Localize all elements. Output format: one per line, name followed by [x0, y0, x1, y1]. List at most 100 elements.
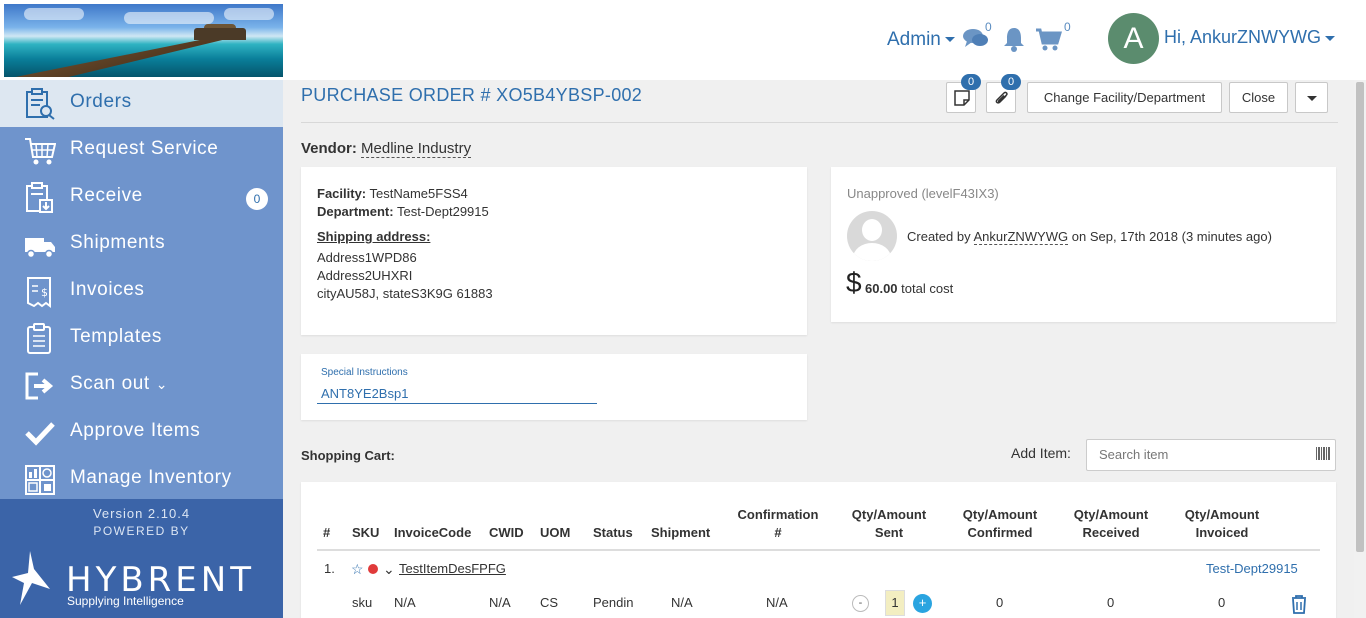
department-line: Department: Test-Dept29915 [317, 204, 489, 219]
row-shipment: N/A [671, 595, 693, 610]
sidebar-item-scan-out[interactable]: Scan out ⌄ [0, 362, 283, 409]
sidebar-item-approve-items[interactable]: Approve Items [0, 409, 283, 456]
sidebar-item-shipments[interactable]: Shipments [0, 221, 283, 268]
sidebar-item-label: Shipments [70, 232, 166, 253]
user-avatar[interactable]: A [1108, 13, 1159, 64]
sidebar-item-receive[interactable]: Receive [0, 174, 283, 221]
caret-down-icon [944, 37, 955, 43]
svg-text:$: $ [41, 286, 48, 299]
chevron-down-icon[interactable]: ⌄ [383, 561, 395, 578]
add-item-label: Add Item: [1011, 445, 1071, 461]
col-header-sku: SKU [352, 525, 380, 540]
checkmark-icon [25, 422, 55, 446]
creator-avatar [847, 211, 897, 261]
sidebar-item-label: Invoices [70, 279, 145, 300]
receive-count-badge: 0 [246, 188, 268, 210]
sidebar-item-templates[interactable]: Templates [0, 315, 283, 362]
sidebar-item-label: Scan out ⌄ [70, 373, 169, 394]
row-qty-invoiced: 0 [1218, 595, 1226, 610]
vendor-label: Vendor: [301, 140, 357, 157]
status-dot-icon [368, 564, 378, 574]
col-header-qty-invoiced: Qty/Amount Invoiced [1184, 507, 1260, 540]
sidebar-item-label: Templates [70, 326, 162, 347]
col-header-qty-sent: Qty/Amount Sent [851, 507, 927, 540]
special-instructions-input[interactable] [317, 383, 597, 404]
item-name-link[interactable]: TestItemDesFPFG [399, 561, 506, 576]
shipping-address-label: Shipping address: [317, 229, 431, 244]
row-confirmation: N/A [766, 595, 788, 610]
page-scrollbar[interactable] [1354, 80, 1366, 618]
user-greeting: Hi, AnkurZNWYWG [1164, 27, 1322, 47]
col-header-confirmation: Confirmation # [737, 507, 819, 540]
invoice-icon: $ [27, 277, 51, 308]
close-button[interactable]: Close [1229, 82, 1288, 113]
admin-label: Admin [887, 29, 941, 50]
user-menu[interactable]: Hi, AnkurZNWYWG [1164, 27, 1336, 48]
clipboard-icon [27, 323, 51, 354]
sidebar-item-label: Orders [70, 91, 132, 112]
sidebar-item-label: Approve Items [70, 420, 201, 441]
page-title: PURCHASE ORDER # XO5B4YBSP-002 [301, 85, 643, 105]
sidebar-item-label: Receive [70, 185, 143, 206]
scan-out-icon [25, 372, 54, 400]
orders-icon [26, 88, 55, 120]
row-status: Pendin [593, 595, 634, 610]
notes-button[interactable]: 0 [946, 74, 981, 113]
paperclip-icon [995, 91, 1008, 104]
total-cost-value: 60.00 [865, 281, 898, 296]
col-header-invoicecode: InvoiceCode [394, 525, 472, 540]
cart-icon[interactable] [1034, 25, 1062, 53]
col-header-qty-confirmed: Qty/Amount Confirmed [962, 507, 1038, 540]
facility-value: TestName5FSS4 [369, 186, 468, 201]
sidebar-item-label: Request Service [70, 138, 219, 159]
note-icon [954, 90, 970, 106]
qty-sent-input[interactable]: 1 [885, 590, 905, 616]
search-item-input[interactable] [1099, 447, 1299, 462]
vendor-line: Vendor: Medline Industry [301, 140, 472, 158]
bell-icon[interactable] [1000, 25, 1028, 53]
address-city-line: cityAU58J, stateS3K9G 61883 [317, 286, 493, 301]
item-search-box [1086, 439, 1336, 471]
sidebar-item-manage-inventory[interactable]: Manage Inventory [0, 456, 283, 503]
row-number: 1. [324, 561, 335, 576]
more-actions-button[interactable] [1295, 82, 1328, 113]
request-service-icon [25, 138, 56, 165]
brand-tagline: Supplying Intelligence [67, 594, 184, 608]
approval-status: Unapproved (levelF43IX3) [847, 186, 999, 201]
special-instructions-label: Special Instructions [321, 367, 408, 378]
qty-decrease-button[interactable]: - [852, 595, 869, 612]
created-by-line: Created by AnkurZNWYWG on Sep, 17th 2018… [907, 229, 1272, 245]
sidebar-item-invoices[interactable]: $ Invoices [0, 268, 283, 315]
attachments-button[interactable]: 0 [986, 74, 1021, 113]
address-line-1: Address1WPD86 [317, 250, 417, 265]
powered-by-text: POWERED BY [93, 524, 190, 538]
top-header: Admin 0 0 A Hi, AnkurZNWYWG [0, 0, 1366, 80]
vendor-link[interactable]: Medline Industry [361, 140, 472, 158]
version-text: Version 2.10.4 [92, 506, 191, 521]
row-sku: sku [352, 595, 373, 610]
creator-link[interactable]: AnkurZNWYWG [973, 229, 1069, 245]
truck-icon [25, 238, 55, 259]
col-header-status: Status [593, 525, 633, 540]
messages-count: 0 [985, 20, 992, 34]
sidebar-item-request-service[interactable]: Request Service [0, 127, 283, 174]
barcode-icon[interactable] [1316, 447, 1330, 460]
row-department-link[interactable]: Test-Dept29915 [1206, 561, 1298, 576]
row-cwid: N/A [489, 595, 511, 610]
col-header-shipment: Shipment [651, 525, 711, 540]
sidebar-item-orders[interactable]: Orders [0, 80, 283, 127]
company-logo-image[interactable] [4, 4, 283, 77]
total-cost: 60.00 total cost [865, 281, 954, 296]
trash-icon[interactable] [1290, 594, 1308, 614]
qty-increase-button[interactable]: + [913, 594, 932, 613]
admin-menu[interactable]: Admin [887, 29, 955, 51]
change-facility-button[interactable]: Change Facility/Department [1027, 82, 1222, 113]
star-icon[interactable]: ☆ [351, 561, 364, 578]
attachments-count-badge: 0 [1001, 74, 1021, 90]
title-divider [301, 122, 1338, 123]
inventory-icon [25, 465, 55, 495]
notes-count-badge: 0 [961, 74, 981, 90]
row-qty-confirmed: 0 [996, 595, 1004, 610]
address-line-2: Address2UHXRI [317, 268, 413, 283]
chevron-down-icon: ⌄ [155, 376, 169, 392]
